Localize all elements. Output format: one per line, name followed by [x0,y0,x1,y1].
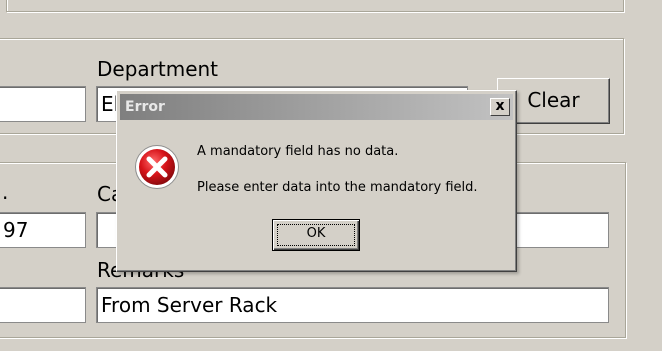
left-mid-field[interactable]: 97 [0,212,86,248]
top-groupbox [6,0,624,12]
ok-button[interactable]: OK [272,219,360,251]
error-message-line1: A mandatory field has no data. [197,144,399,159]
department-label: Department [97,57,219,81]
error-dialog: Error x A mandatory field has no data. P… [116,90,517,272]
close-button[interactable]: x [490,98,510,116]
error-x-icon [135,145,179,189]
dialog-titlebar[interactable]: Error x [120,94,513,120]
left-mid-label: . [2,180,9,204]
ok-focus-rect [277,224,355,246]
dialog-title: Error [125,99,165,115]
left-bottom-field[interactable] [0,287,86,323]
left-top-field[interactable] [0,86,86,122]
remarks-field[interactable]: From Server Rack [96,287,609,323]
close-icon: x [495,98,505,114]
error-message-line2: Please enter data into the mandatory fie… [197,180,478,195]
